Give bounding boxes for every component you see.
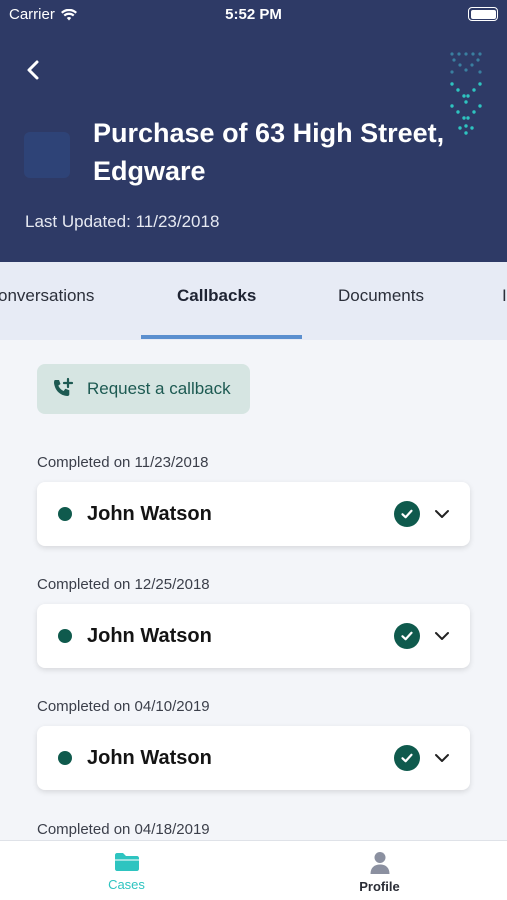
person-icon	[370, 852, 389, 874]
tab-callbacks[interactable]: Callbacks	[177, 286, 256, 306]
completed-date-label: Completed on 11/23/2018	[37, 454, 209, 471]
bottom-tab-bar: Cases Profile	[0, 840, 507, 900]
tab-documents[interactable]: Documents	[338, 286, 424, 306]
page-title: Purchase of 63 High Street, Edgware	[93, 118, 445, 186]
callback-name: John Watson	[87, 624, 212, 647]
tab-partial[interactable]: I	[502, 286, 507, 306]
completed-date-label: Completed on 04/18/2019	[37, 821, 210, 838]
check-circle-icon	[394, 623, 420, 649]
chevron-down-icon[interactable]	[430, 624, 454, 648]
tabbar-profile[interactable]: Profile	[253, 841, 506, 900]
folder-icon	[114, 853, 139, 871]
completed-date-label: Completed on 04/10/2019	[37, 698, 210, 715]
section-tabs: onversations Callbacks Documents I	[0, 262, 507, 340]
callbacks-list: Request a callback Completed on 11/23/20…	[0, 340, 507, 840]
decorative-chevrons-icon	[450, 52, 482, 135]
tabbar-cases[interactable]: Cases	[0, 841, 253, 900]
callback-card[interactable]: John Watson	[37, 726, 470, 790]
case-logo	[24, 132, 70, 178]
status-dot	[58, 507, 72, 521]
check-circle-icon	[394, 745, 420, 771]
status-bar: Carrier 5:52 PM	[0, 0, 507, 28]
callback-name: John Watson	[87, 746, 212, 769]
last-updated-text: Last Updated: 11/23/2018	[25, 212, 220, 231]
clock: 5:52 PM	[225, 6, 282, 23]
chevron-down-icon[interactable]	[430, 746, 454, 770]
status-dot	[58, 751, 72, 765]
back-button[interactable]	[18, 55, 48, 85]
callback-name: John Watson	[87, 502, 212, 525]
completed-date-label: Completed on 12/25/2018	[37, 576, 210, 593]
status-dot	[58, 629, 72, 643]
tab-conversations[interactable]: onversations	[0, 286, 94, 306]
chevron-left-icon	[27, 60, 39, 80]
chevron-down-icon[interactable]	[430, 502, 454, 526]
case-header: Carrier 5:52 PM Purchase of 63 High Stre…	[0, 0, 507, 262]
callback-card[interactable]: John Watson	[37, 604, 470, 668]
tabbar-cases-label: Cases	[108, 877, 145, 892]
active-tab-indicator	[141, 335, 302, 339]
request-callback-label: Request a callback	[87, 379, 231, 398]
tabbar-profile-label: Profile	[359, 879, 400, 894]
battery-icon	[468, 7, 498, 21]
check-circle-icon	[394, 501, 420, 527]
phone-plus-icon	[54, 377, 74, 396]
request-callback-button[interactable]: Request a callback	[37, 364, 250, 414]
callback-card[interactable]: John Watson	[37, 482, 470, 546]
